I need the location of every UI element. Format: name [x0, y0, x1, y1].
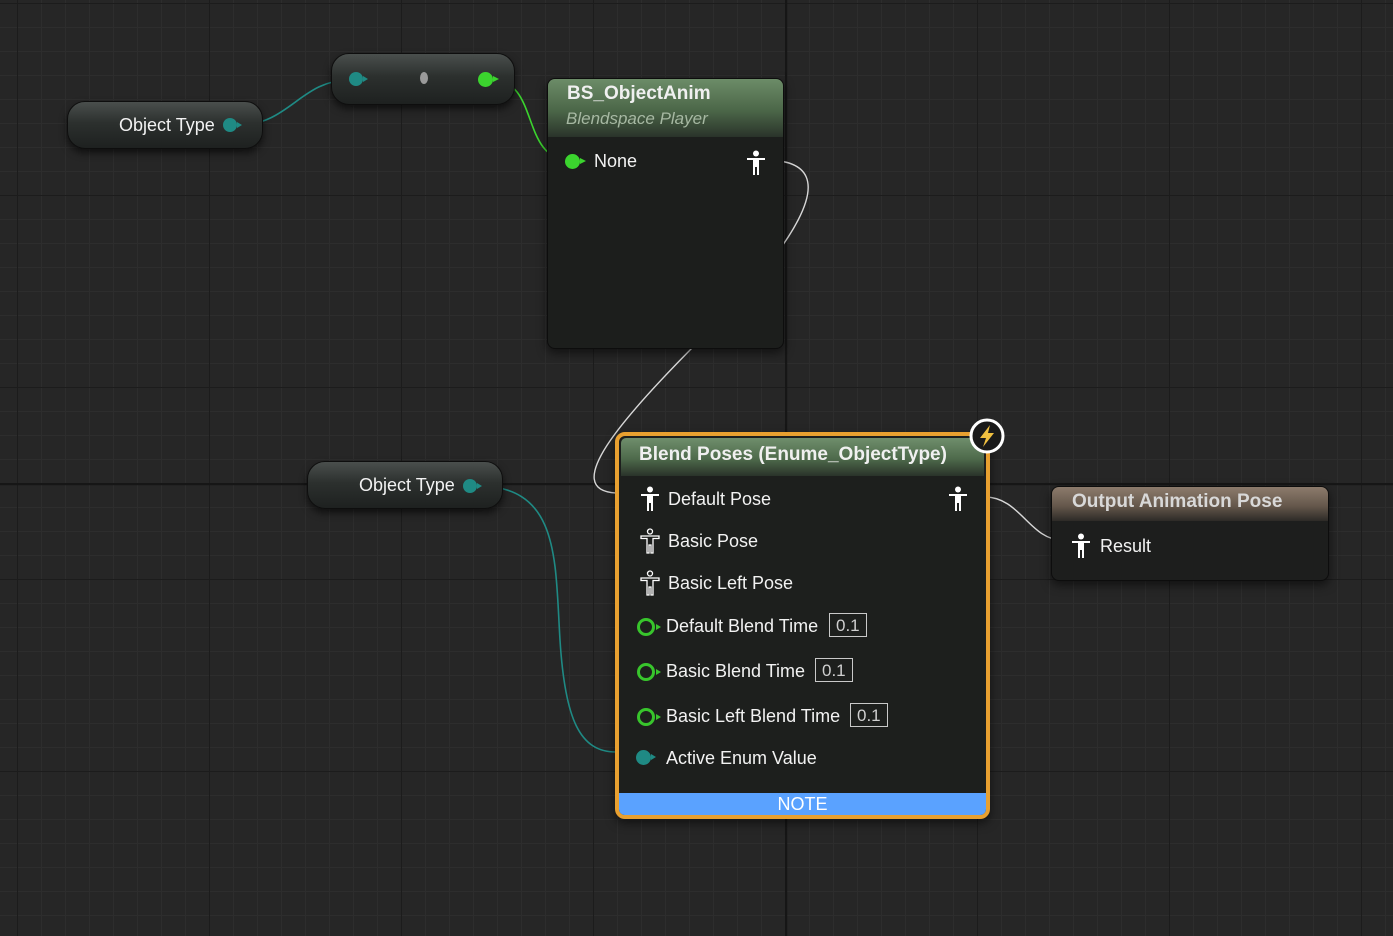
basic-pose-label: Basic Pose	[668, 531, 759, 551]
pose-figure-icon[interactable]	[639, 486, 661, 512]
note-bar[interactable]: NOTE	[619, 793, 986, 815]
pose-outline-icon[interactable]	[639, 528, 661, 554]
default-blend-time-input[interactable]: 0.1	[829, 613, 867, 637]
object-type-node-2[interactable]: Object Type	[307, 461, 503, 509]
active-enum-value-label: Active Enum Value	[666, 748, 817, 768]
enum-input-pin[interactable]	[349, 72, 368, 86]
reroute-node[interactable]	[331, 53, 515, 105]
node-header: Blend Poses (Enume_ObjectType)	[621, 438, 984, 476]
none-pin-label: None	[594, 151, 638, 171]
object-type-label: Object Type	[119, 115, 215, 135]
wire-enum-to-active	[477, 485, 617, 753]
blend-poses-node[interactable]: Blend Poses (Enume_ObjectType) Default P…	[615, 432, 990, 819]
node-header: Output Animation Pose	[1052, 487, 1328, 521]
float-input-pin[interactable]	[637, 663, 661, 681]
node-header: BS_ObjectAnim Blendspace Player	[548, 79, 783, 137]
basic-blend-time-input[interactable]: 0.1	[815, 658, 853, 682]
enum-output-pin[interactable]	[223, 118, 242, 132]
output-animation-pose-node[interactable]: Output Animation Pose Result	[1051, 486, 1329, 581]
object-type-node-1[interactable]: Object Type	[67, 101, 263, 149]
result-pin-label: Result	[1100, 536, 1152, 556]
note-label: NOTE	[777, 794, 828, 814]
default-pose-label: Default Pose	[668, 489, 772, 509]
center-dot	[420, 72, 428, 84]
default-blend-time-label: Default Blend Time	[666, 616, 819, 636]
basic-blend-time-label: Basic Blend Time	[666, 661, 806, 681]
bool-input-pin[interactable]	[565, 154, 586, 169]
blendspace-player-node[interactable]: BS_ObjectAnim Blendspace Player None	[547, 78, 784, 349]
pose-outline-icon[interactable]	[639, 570, 661, 596]
basic-left-blend-time-input[interactable]: 0.1	[850, 703, 888, 727]
basic-left-pose-label: Basic Left Pose	[668, 573, 794, 593]
enum-output-pin[interactable]	[463, 479, 482, 493]
node-subtitle: Blendspace Player	[566, 109, 708, 128]
object-type-label: Object Type	[359, 475, 455, 495]
bool-output-pin[interactable]	[478, 72, 499, 87]
pose-figure-icon[interactable]	[947, 486, 969, 512]
enum-input-pin[interactable]	[636, 750, 656, 765]
node-title: BS_ObjectAnim	[567, 83, 711, 104]
basic-left-blend-time-label: Basic Left Blend Time	[666, 706, 841, 726]
node-title: Output Animation Pose	[1072, 491, 1283, 512]
lightning-icon	[969, 418, 1005, 454]
float-input-pin[interactable]	[637, 618, 661, 636]
pose-figure-icon[interactable]	[745, 150, 767, 176]
pose-figure-icon[interactable]	[1070, 533, 1092, 559]
float-input-pin[interactable]	[637, 708, 661, 726]
node-title: Blend Poses (Enume_ObjectType)	[639, 444, 947, 465]
